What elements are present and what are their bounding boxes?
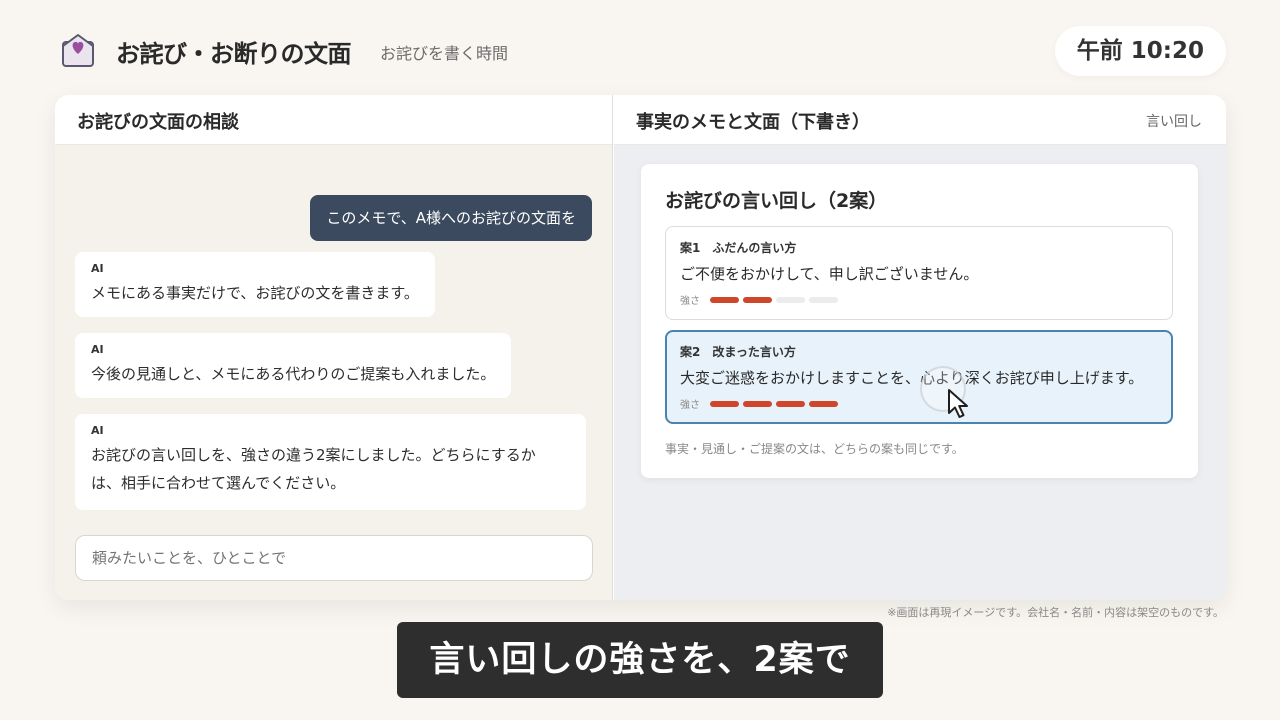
app-title: お詫び・お断りの文面 — [116, 40, 352, 68]
strength-label: 強さ — [680, 400, 700, 411]
ai-sender-label: AI — [91, 262, 104, 275]
draft-pane-title: 事実のメモと文面（下書き） — [636, 112, 870, 133]
main-window: お詫びの文面の相談 このメモで、A様へのお詫びの文面を AI メモにある事実だけ… — [55, 95, 1226, 600]
chat-input[interactable] — [75, 535, 593, 581]
strength-bar — [743, 297, 772, 303]
strength-bar — [809, 401, 838, 407]
strength-bar — [776, 297, 805, 303]
ai-sender-label: AI — [91, 343, 104, 356]
disclaimer: ※画面は再現イメージです。会社名・名前・内容は架空のものです。 — [887, 606, 1224, 619]
card-note: 事実・見通し・ご提案の文は、どちらの案も同じです。 — [665, 442, 964, 456]
clock: 午前 10:20 — [1054, 26, 1226, 76]
strength-bar — [710, 401, 739, 407]
draft-pane: 事実のメモと文面（下書き） 言い回し お詫びの言い回し（2案） 案1 ふだんの言… — [614, 95, 1226, 600]
phrasing-option-1[interactable]: 案1 ふだんの言い方 ご不便をおかけして、申し訳ございません。 強さ — [665, 226, 1173, 320]
strength-bar — [710, 297, 739, 303]
strength-bar — [776, 401, 805, 407]
option-label: 案1 ふだんの言い方 — [680, 241, 797, 255]
ai-message-text: 今後の見通しと、メモにある代わりのご提案も入れました。 — [91, 365, 496, 383]
user-message: このメモで、A様へのお詫びの文面を — [310, 195, 592, 241]
strength-bar — [809, 297, 838, 303]
option-text: 大変ご迷惑をおかけしますことを、心より深くお詫び申し上げます。 — [680, 369, 1144, 387]
chat-pane-title: お詫びの文面の相談 — [77, 112, 239, 133]
caption: 言い回しの強さを、2案で — [397, 622, 883, 698]
phrasing-tab[interactable]: 言い回し — [1146, 111, 1202, 131]
option-text: ご不便をおかけして、申し訳ございません。 — [680, 265, 979, 283]
mouse-pointer-icon — [948, 389, 968, 418]
ai-message-text: メモにある事実だけで、お詫びの文を書きます。 — [91, 284, 419, 302]
ai-message: AI お詫びの言い回しを、強さの違う2案にしました。どちらにするか は、相手に合… — [75, 414, 586, 510]
app-subtitle: お詫びを書く時間 — [380, 44, 509, 63]
phrasing-option-2[interactable]: 案2 改まった言い方 大変ご迷惑をおかけしますことを、心より深くお詫び申し上げま… — [665, 330, 1173, 424]
ai-message-text: は、相手に合わせて選んでください。 — [91, 474, 346, 492]
app-header: お詫び・お断りの文面 お詫びを書く時間 午前 10:20 — [60, 26, 1226, 76]
ai-message: AI 今後の見通しと、メモにある代わりのご提案も入れました。 — [75, 333, 512, 398]
strength-bar — [743, 401, 772, 407]
chat-pane: お詫びの文面の相談 このメモで、A様へのお詫びの文面を AI メモにある事実だけ… — [55, 95, 613, 600]
option-label: 案2 改まった言い方 — [680, 345, 796, 359]
chat-pane-header: お詫びの文面の相談 — [55, 95, 612, 145]
ai-sender-label: AI — [91, 424, 104, 437]
phrasing-card: お詫びの言い回し（2案） 案1 ふだんの言い方 ご不便をおかけして、申し訳ござい… — [641, 164, 1198, 478]
draft-pane-header: 事実のメモと文面（下書き） 言い回し — [614, 95, 1226, 145]
envelope-heart-icon — [62, 34, 94, 67]
phrasing-card-title: お詫びの言い回し（2案） — [665, 190, 888, 212]
ai-message: AI メモにある事実だけで、お詫びの文を書きます。 — [75, 252, 435, 317]
strength-label: 強さ — [680, 296, 700, 307]
ai-message-text: お詫びの言い回しを、強さの違う2案にしました。どちらにするか — [91, 446, 536, 464]
